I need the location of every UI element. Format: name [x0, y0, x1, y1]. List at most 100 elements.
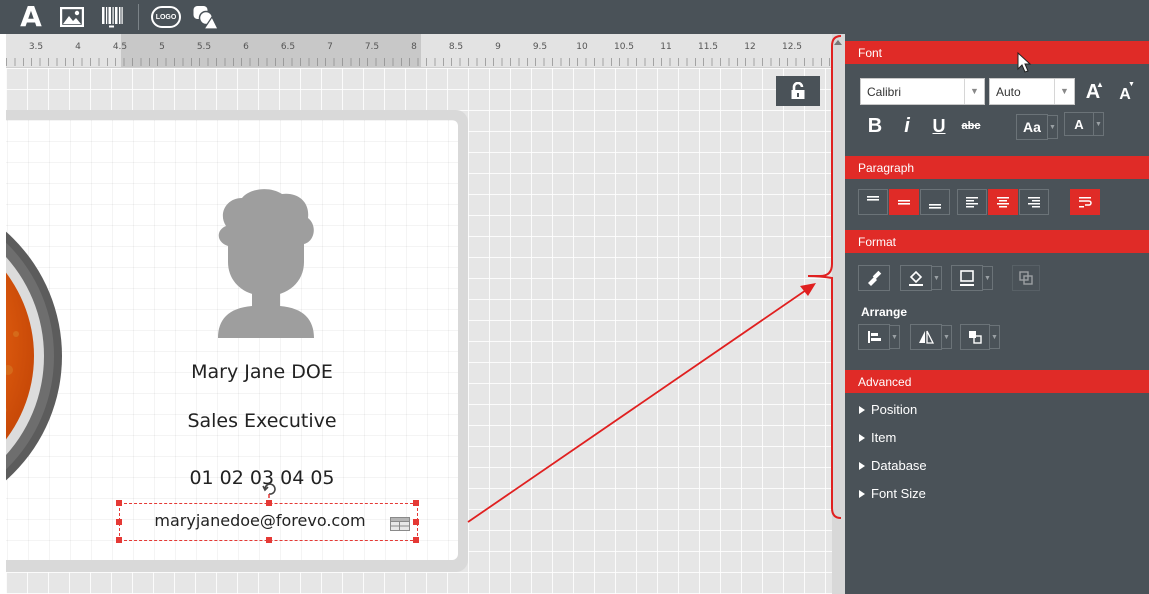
- ruler-number: 8.5: [448, 42, 464, 52]
- resize-handle[interactable]: [266, 537, 272, 543]
- strikethrough-button[interactable]: abc: [956, 113, 986, 139]
- advanced-item-database[interactable]: Database: [859, 458, 927, 473]
- align-top-button[interactable]: [858, 189, 888, 215]
- paragraph-section-header[interactable]: Paragraph: [845, 156, 1149, 179]
- border-style-button[interactable]: [951, 265, 983, 291]
- bold-button[interactable]: B: [862, 113, 888, 139]
- align-objects-dropdown[interactable]: ▼: [890, 325, 900, 349]
- font-family-dropdown[interactable]: Calibri ▼: [860, 78, 985, 105]
- advanced-item-item[interactable]: Item: [859, 430, 896, 445]
- advanced-item-font-size[interactable]: Font Size: [859, 486, 926, 501]
- advanced-section-header[interactable]: Advanced: [845, 370, 1149, 393]
- order-icon: [969, 331, 982, 344]
- align-left-icon: [966, 197, 978, 208]
- font-section-title: Font: [858, 46, 883, 60]
- ruler-number: 11: [660, 42, 672, 52]
- barcode-tool-button[interactable]: [97, 3, 127, 31]
- font-size-dropdown[interactable]: Auto ▼: [989, 78, 1075, 105]
- border-style-icon: [960, 270, 974, 286]
- fill-color-icon: [909, 270, 923, 286]
- font-color-dropdown[interactable]: ▼: [1094, 112, 1104, 136]
- expand-triangle-icon: [859, 489, 865, 498]
- fill-color-dropdown[interactable]: ▼: [932, 266, 942, 290]
- bold-icon: B: [867, 114, 883, 137]
- resize-handle[interactable]: [266, 500, 272, 506]
- group-icon: [1019, 271, 1033, 285]
- format-painter-button[interactable]: [858, 265, 890, 291]
- align-top-icon: [867, 196, 879, 201]
- resize-handle[interactable]: [116, 519, 122, 525]
- order-dropdown[interactable]: ▼: [990, 325, 1000, 349]
- align-center-button[interactable]: [988, 189, 1018, 215]
- round-logo-decoration: [6, 231, 62, 481]
- change-case-dropdown[interactable]: ▼: [1048, 115, 1058, 139]
- align-right-button[interactable]: [1019, 189, 1049, 215]
- caret-up-icon: ▲: [1096, 80, 1104, 89]
- image-tool-icon: [60, 7, 84, 27]
- card-email-text[interactable]: maryjanedoe@forevo.com: [120, 511, 400, 530]
- badge-card[interactable]: Mary Jane DOE Sales Executive 01 02 03 0…: [6, 120, 458, 560]
- expand-triangle-icon: [859, 433, 865, 442]
- lock-button[interactable]: [776, 76, 820, 106]
- shrink-font-icon: A: [1119, 86, 1131, 103]
- font-color-button[interactable]: A: [1064, 112, 1094, 136]
- ruler-number: 10.5: [613, 42, 635, 52]
- logo-tool-label: LOGO: [155, 13, 177, 21]
- rotate-handle-icon[interactable]: [262, 480, 276, 498]
- group-button[interactable]: [1012, 265, 1040, 291]
- ruler-number: 9: [495, 42, 501, 52]
- underline-button[interactable]: U: [926, 113, 952, 139]
- format-section-header[interactable]: Format: [845, 230, 1149, 253]
- vertical-scrollbar[interactable]: [832, 34, 845, 594]
- scroll-up-icon[interactable]: [834, 40, 842, 45]
- design-canvas[interactable]: Mary Jane DOE Sales Executive 01 02 03 0…: [6, 68, 832, 594]
- resize-handle[interactable]: [116, 500, 122, 506]
- text-tool-button[interactable]: A: [14, 3, 48, 31]
- ruler-number: 12: [744, 42, 756, 52]
- rotate-flip-dropdown[interactable]: ▼: [942, 325, 952, 349]
- align-left-button[interactable]: [957, 189, 987, 215]
- align-bottom-icon: [929, 204, 941, 209]
- grow-font-button[interactable]: A ▲: [1080, 80, 1106, 104]
- resize-handle[interactable]: [413, 500, 419, 506]
- caret-down-icon: ▼: [1128, 81, 1135, 88]
- logo-tool-button[interactable]: LOGO: [148, 3, 184, 31]
- toolbar-separator: [138, 4, 139, 30]
- chevron-down-icon: ▼: [964, 79, 984, 104]
- border-style-dropdown[interactable]: ▼: [983, 266, 993, 290]
- resize-handle[interactable]: [413, 537, 419, 543]
- text-tool-icon: A: [20, 0, 42, 33]
- align-objects-button[interactable]: [858, 324, 890, 350]
- font-section-header[interactable]: Font: [845, 41, 1149, 64]
- shrink-font-button[interactable]: A ▼: [1113, 81, 1137, 106]
- change-case-button[interactable]: Aa: [1016, 114, 1048, 140]
- underline-icon: U: [932, 115, 946, 136]
- ruler-number: 4: [75, 42, 81, 52]
- resize-handle[interactable]: [413, 519, 419, 525]
- logo-tool-icon: LOGO: [151, 6, 181, 28]
- selected-email-field[interactable]: maryjanedoe@forevo.com: [116, 483, 419, 543]
- ruler-number: 5.5: [196, 42, 212, 52]
- align-objects-icon: [868, 331, 881, 343]
- ruler-number: 7: [327, 42, 333, 52]
- italic-button[interactable]: i: [894, 113, 920, 139]
- shapes-tool-button[interactable]: [190, 3, 220, 31]
- card-job-title-text[interactable]: Sales Executive: [166, 410, 358, 432]
- database-field-icon[interactable]: [390, 517, 410, 531]
- align-middle-button[interactable]: [889, 189, 919, 215]
- resize-handle[interactable]: [116, 537, 122, 543]
- card-name-text[interactable]: Mary Jane DOE: [166, 361, 358, 383]
- fill-color-button[interactable]: [900, 265, 932, 291]
- word-wrap-button[interactable]: [1070, 189, 1100, 215]
- ruler-number: 6: [243, 42, 249, 52]
- advanced-item-position[interactable]: Position: [859, 402, 917, 417]
- align-center-icon: [997, 197, 1009, 208]
- rotate-flip-button[interactable]: [910, 324, 942, 350]
- align-bottom-button[interactable]: [920, 189, 950, 215]
- image-tool-button[interactable]: [57, 3, 87, 31]
- ruler-number: 11.5: [697, 42, 719, 52]
- order-button[interactable]: [960, 324, 990, 350]
- arrange-label: Arrange: [861, 305, 908, 319]
- ruler-ticks: [6, 58, 832, 66]
- avatar-placeholder: [218, 189, 314, 338]
